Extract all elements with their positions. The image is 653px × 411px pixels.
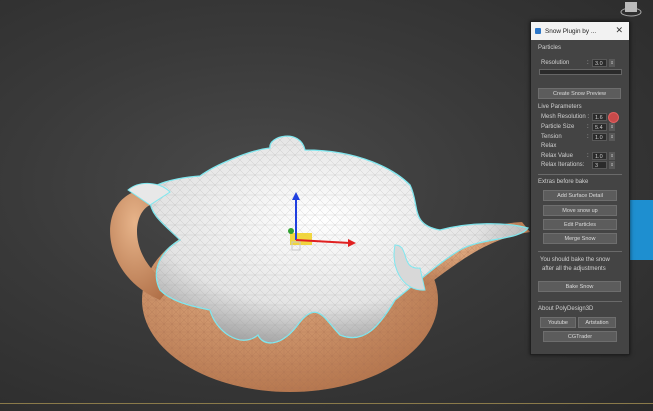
tension-label: Tension: [541, 134, 562, 140]
bake-snow-button[interactable]: Bake Snow: [538, 281, 621, 292]
relax-value-input[interactable]: 1.0: [592, 152, 607, 160]
cgtrader-button[interactable]: CGTrader: [543, 331, 617, 342]
timeline-rule: [0, 403, 653, 404]
relax-iterations-input[interactable]: 3: [592, 161, 607, 169]
resolution-colon: :: [587, 60, 589, 66]
create-snow-preview-button[interactable]: Create Snow Preview: [538, 88, 621, 99]
live-parameters-heading: Live Parameters: [538, 104, 582, 110]
mouse-cursor-icon: [608, 112, 619, 123]
panel-titlebar[interactable]: Snow Plugin by ... ✕: [531, 22, 629, 40]
relax-iterations-label: Relax Iterations:: [541, 162, 585, 168]
resolution-input[interactable]: 3.0: [592, 59, 607, 67]
add-surface-detail-button[interactable]: Add Surface Detail: [543, 190, 617, 201]
divider: [538, 251, 622, 252]
about-heading: About PolyDesign3D: [538, 306, 594, 312]
relax-label: Relax: [541, 143, 557, 149]
relax-value-colon: :: [587, 153, 589, 159]
close-icon[interactable]: ✕: [615, 25, 623, 36]
youtube-button[interactable]: Youtube: [540, 317, 576, 328]
edit-particles-button[interactable]: Edit Particles: [543, 219, 617, 230]
relax-value-label: Relax Value: [541, 153, 573, 159]
bake-note-line2: after all the adjustments: [542, 266, 606, 272]
divider: [538, 301, 622, 302]
particles-heading: Particles: [538, 45, 562, 51]
particle-size-input[interactable]: 5.4: [592, 123, 607, 131]
move-snow-up-button[interactable]: Move snow up: [543, 205, 617, 216]
merge-snow-button[interactable]: Merge Snow: [543, 233, 617, 244]
mesh-resolution-label: Mesh Resolution :: [541, 114, 590, 120]
bake-note-line1: You should bake the snow: [540, 257, 610, 263]
scene-object: [627, 200, 653, 260]
resolution-label: Resolution: [541, 60, 570, 66]
relax-value-spinner-icon[interactable]: ⇕: [609, 152, 615, 160]
tension-colon: :: [587, 134, 589, 140]
panel-title: Snow Plugin by ...: [545, 27, 597, 35]
tension-spinner-icon[interactable]: ⇕: [609, 133, 615, 141]
particle-size-spinner-icon[interactable]: ⇕: [609, 123, 615, 131]
relax-iterations-spinner-icon[interactable]: ⇕: [609, 161, 615, 169]
divider: [538, 174, 622, 175]
mesh-resolution-input[interactable]: 1.6: [592, 113, 607, 121]
snow-plugin-panel: Snow Plugin by ... ✕ Particles Resolutio…: [530, 21, 630, 355]
resolution-spinner-icon[interactable]: ⇕: [609, 59, 615, 67]
extras-heading: Extras before bake: [538, 179, 589, 185]
tension-input[interactable]: 1.0: [592, 133, 607, 141]
artstation-button[interactable]: Artstation: [578, 317, 616, 328]
app-icon: [535, 28, 541, 34]
resolution-progress-bar: [539, 69, 622, 75]
viewcube-icon: [620, 2, 642, 17]
particle-size-label: Particle Size: [541, 124, 575, 130]
particle-size-colon: :: [587, 124, 589, 130]
